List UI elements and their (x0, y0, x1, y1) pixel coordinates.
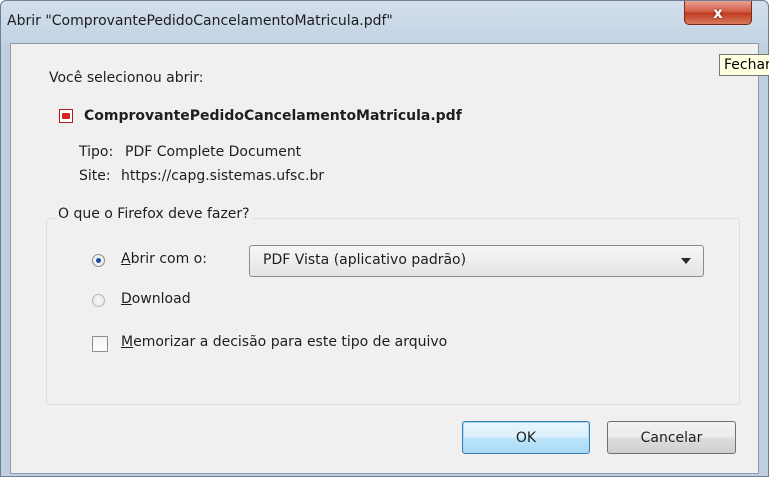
download-radio[interactable] (92, 294, 105, 307)
remember-checkbox[interactable] (92, 336, 108, 352)
remember-label[interactable]: Memorizar a decisão para este tipo de ar… (121, 334, 447, 350)
open-with-accesskey: A (121, 251, 131, 267)
site-value: https://capg.sistemas.ufsc.br (121, 168, 325, 184)
pdf-file-icon (59, 109, 73, 123)
remember-accesskey: M (121, 334, 134, 350)
file-name: ComprovantePedidoCancelamentoMatricula.p… (84, 108, 462, 124)
download-label[interactable]: Download (121, 291, 191, 307)
close-button[interactable]: x (684, 1, 752, 25)
close-tooltip: Fechar (719, 54, 769, 76)
chevron-down-icon (681, 258, 691, 264)
title-bar[interactable]: Abrir "ComprovantePedidoCancelamentoMatr… (1, 1, 768, 43)
cancel-button[interactable]: Cancelar (607, 421, 736, 454)
window-title: Abrir "ComprovantePedidoCancelamentoMatr… (7, 13, 393, 29)
open-with-label[interactable]: Abrir com o: (121, 251, 207, 267)
app-select[interactable]: PDF Vista (aplicativo padrão) (249, 245, 704, 277)
open-with-radio[interactable] (92, 254, 105, 267)
site-label: Site: (79, 168, 111, 184)
type-value: PDF Complete Document (125, 144, 302, 160)
app-select-value: PDF Vista (aplicativo padrão) (263, 252, 467, 268)
close-icon: x (713, 3, 723, 22)
download-accesskey: D (121, 291, 132, 307)
open-with-label-text: brir com o: (130, 251, 207, 267)
intro-text: Você selecionou abrir: (49, 70, 204, 86)
download-dialog-window: Abrir "ComprovantePedidoCancelamentoMatr… (0, 0, 769, 477)
type-label: Tipo: (79, 144, 114, 160)
group-legend: O que o Firefox deve fazer? (55, 206, 253, 222)
ok-button[interactable]: OK (462, 421, 590, 454)
download-label-text: ownload (131, 291, 191, 307)
remember-label-text: emorizar a decisão para este tipo de arq… (133, 334, 448, 350)
